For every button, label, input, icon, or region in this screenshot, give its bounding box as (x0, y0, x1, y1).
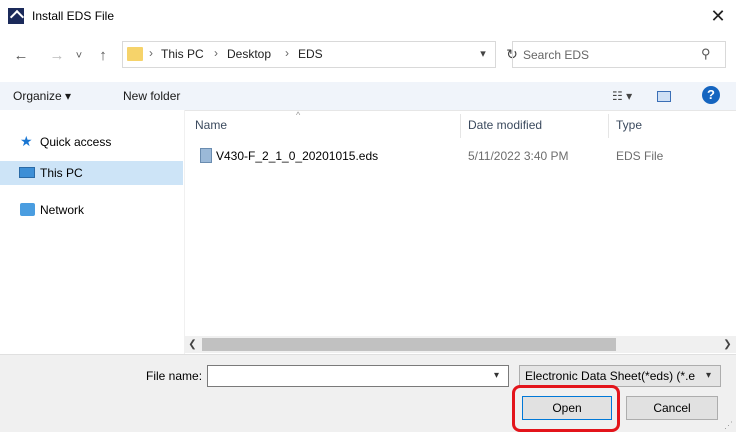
column-header-date-modified[interactable]: Date modified (468, 118, 542, 132)
back-arrow-icon[interactable]: ← (10, 45, 32, 67)
file-name[interactable]: V430-F_2_1_0_20201015.eds (216, 149, 378, 163)
address-bar[interactable]: › This PC › Desktop › EDS ▾ (122, 41, 496, 68)
breadcrumb-desktop[interactable]: Desktop (227, 47, 271, 61)
forward-arrow-icon[interactable]: → (46, 45, 68, 67)
eds-file-icon (200, 148, 212, 163)
breadcrumb-separator: › (214, 46, 218, 60)
column-header-name[interactable]: Name (195, 118, 227, 132)
search-placeholder: Search EDS (523, 48, 590, 62)
sidebar-item-label: Network (40, 203, 85, 217)
column-header-type[interactable]: Type (616, 118, 642, 132)
sidebar-item-this-pc[interactable]: This PC (0, 161, 183, 185)
star-icon: ★ (20, 133, 33, 149)
organize-button[interactable]: Organize ▾ (13, 89, 71, 103)
app-icon (8, 8, 24, 24)
file-date: 5/11/2022 3:40 PM (468, 149, 569, 163)
close-icon[interactable]: ✕ (706, 5, 730, 29)
window-title: Install EDS File (32, 9, 115, 23)
sidebar-item-quick-access[interactable]: ★ Quick access (0, 130, 183, 154)
network-icon (20, 203, 35, 216)
highlight-annotation (512, 385, 620, 432)
up-arrow-icon[interactable]: ↑ (92, 45, 114, 67)
resize-grip-icon[interactable]: ⋰ (724, 420, 733, 431)
sidebar-item-label: Quick access (40, 135, 112, 149)
change-view-icon[interactable]: ☷ ▾ (612, 89, 632, 103)
file-name-label: File name: (146, 369, 203, 383)
sidebar-item-network[interactable]: Network (0, 198, 183, 222)
cancel-button[interactable]: Cancel (626, 396, 718, 420)
computer-icon (19, 167, 35, 178)
column-divider[interactable] (608, 114, 609, 138)
column-divider[interactable] (460, 114, 461, 138)
breadcrumb-eds[interactable]: EDS (298, 47, 323, 61)
chevron-down-icon[interactable]: ▾ (706, 370, 711, 381)
chevron-down-icon[interactable]: ▾ (474, 44, 492, 64)
sidebar-item-label: This PC (40, 166, 83, 180)
chevron-down-icon[interactable]: ▾ (494, 370, 499, 381)
search-input[interactable]: Search EDS ⚲ (512, 41, 726, 68)
breadcrumb-separator: › (285, 46, 289, 60)
scrollbar-thumb[interactable] (202, 338, 616, 351)
help-icon[interactable]: ? (702, 86, 720, 104)
file-type: EDS File (616, 149, 664, 163)
recent-locations-icon[interactable]: ˅ (68, 45, 90, 67)
folder-icon (127, 47, 143, 61)
breadcrumb-separator: › (149, 46, 153, 60)
scroll-left-icon[interactable]: ❮ (184, 336, 201, 353)
file-type-value: Electronic Data Sheet(*eds) (*.e (525, 369, 696, 383)
sort-ascending-icon: ^ (296, 110, 301, 120)
breadcrumb-this-pc[interactable]: This PC (161, 47, 204, 61)
search-icon: ⚲ (701, 46, 711, 61)
file-name-field[interactable] (207, 365, 509, 387)
scroll-right-icon[interactable]: ❯ (719, 336, 736, 353)
preview-pane-icon[interactable] (657, 91, 671, 102)
new-folder-button[interactable]: New folder (123, 89, 180, 103)
